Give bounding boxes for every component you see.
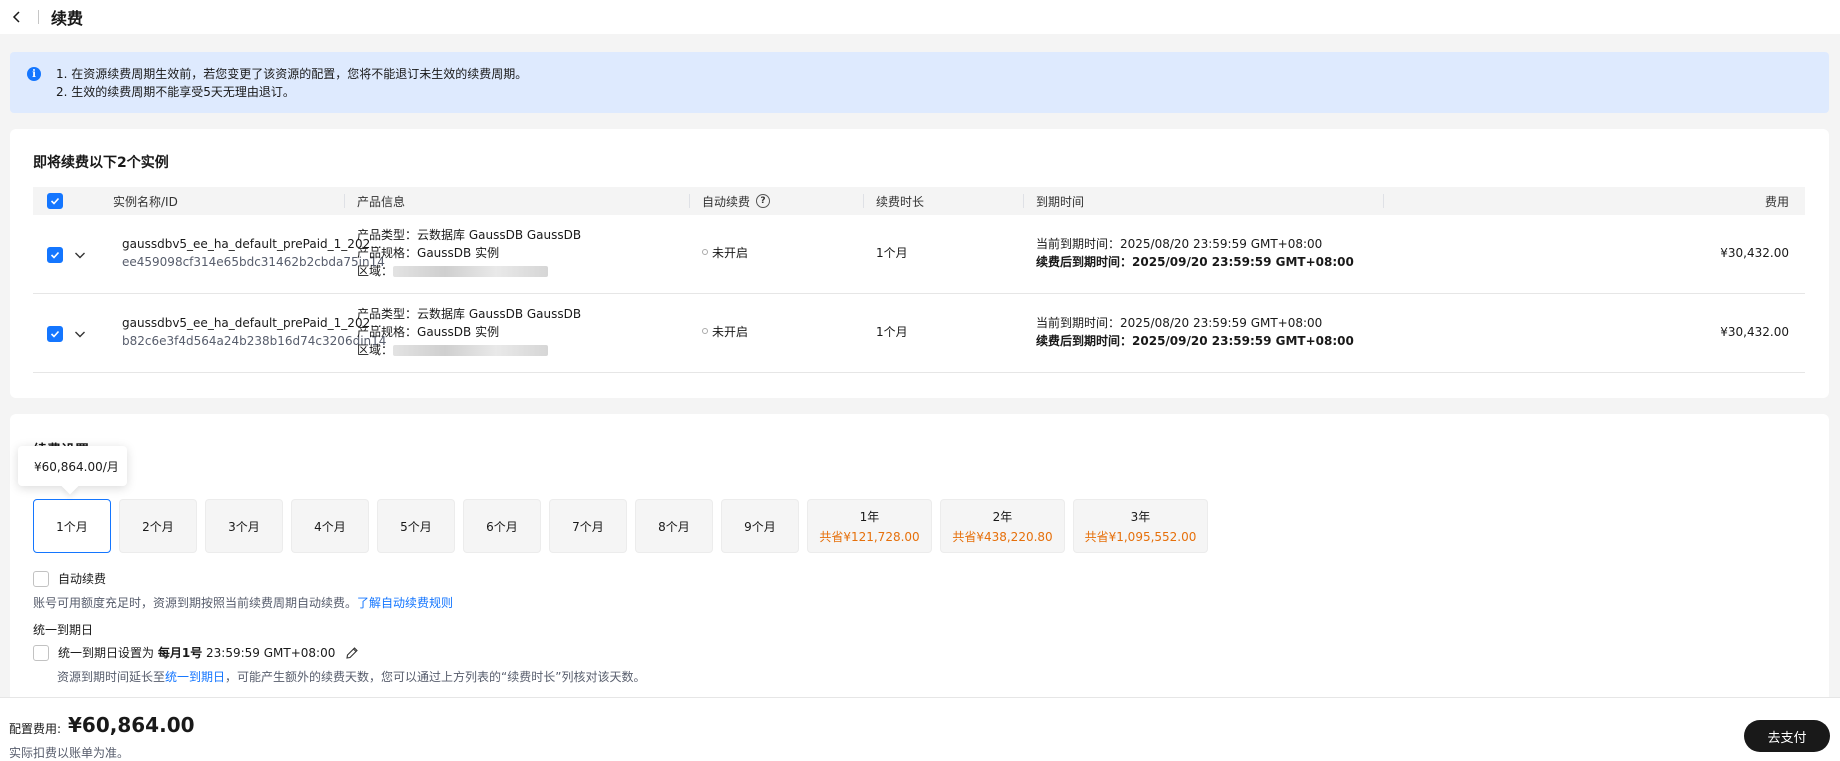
saving-label: 共省¥1,095,552.00 (1084, 529, 1197, 544)
period-option[interactable]: 3个月 (205, 499, 283, 553)
renew-duration: 1个月 (876, 246, 908, 260)
notice-line-2: 2. 生效的续费周期不能享受5天无理由退订。 (56, 85, 295, 99)
period-option[interactable]: 1年 共省¥121,728.00 (807, 499, 932, 553)
pay-button[interactable]: 去支付 (1744, 720, 1830, 752)
period-option[interactable]: 5个月 (377, 499, 455, 553)
period-option[interactable]: 3年 共省¥1,095,552.00 (1073, 499, 1208, 553)
col-name: 实例名称/ID (113, 194, 178, 209)
saving-label: 共省¥438,220.80 (952, 529, 1053, 544)
auto-renew-rules-link[interactable]: 了解自动续费规则 (357, 594, 453, 611)
info-icon: i (27, 67, 41, 81)
new-expiry: 续费后到期时间：2025/09/20 23:59:59 GMT+08:00 (1036, 334, 1354, 348)
region-redacted (393, 345, 549, 356)
fee-label: 配置费用: (9, 722, 62, 736)
auto-renew-status: 未开启 (702, 323, 748, 341)
table-row: gaussdbv5_ee_ha_default_prePaid_1_202...… (33, 215, 1805, 294)
saving-label: 共省¥121,728.00 (819, 529, 920, 544)
period-option[interactable]: 4个月 (291, 499, 369, 553)
col-duration: 续费时长 (876, 194, 925, 209)
region-redacted (393, 266, 549, 277)
product-region: 区域： (357, 341, 549, 359)
back-arrow-icon[interactable] (10, 10, 24, 24)
period-option[interactable]: 1个月 (33, 499, 111, 553)
status-dot-icon (702, 327, 708, 334)
unify-title: 统一到期日 (33, 623, 94, 637)
edit-pencil-icon[interactable] (345, 646, 359, 660)
instances-card: 即将续费以下2个实例 实例名称/ID 产品信息 自动续费 ? 续费时长 到期时间… (10, 129, 1829, 398)
title-divider (38, 10, 39, 24)
col-expiry: 到期时间 (1036, 194, 1085, 209)
top-bar: 续费 (0, 0, 1840, 34)
new-expiry: 续费后到期时间：2025/09/20 23:59:59 GMT+08:00 (1036, 255, 1354, 269)
col-fee: 费用 (1764, 194, 1789, 209)
period-option[interactable]: 2个月 (119, 499, 197, 553)
status-dot-icon (702, 248, 708, 255)
auto-renew-option: 自动续费 (33, 570, 106, 587)
unify-option: 统一到期日设置为 每月1号 23:59:59 GMT+08:00 (33, 644, 359, 661)
help-icon[interactable]: ? (756, 194, 771, 208)
expand-chevron-icon[interactable] (73, 248, 87, 262)
current-expiry: 当前到期时间：2025/08/20 23:59:59 GMT+08:00 (1036, 237, 1323, 251)
price-tooltip: ¥60,864.00/月 (18, 446, 127, 486)
instance-id: b82c6e3f4d564a24b238b16d74c3206din14 (122, 334, 387, 348)
col-product: 产品信息 (357, 194, 406, 209)
period-options: 1个月 2个月 3个月 4个月 5个月 6个月 7个月 8个月 9个月 1年 共省… (33, 499, 1208, 553)
page-title: 续费 (51, 9, 84, 28)
table-row: gaussdbv5_ee_ha_default_prePaid_1_202...… (33, 294, 1805, 373)
product-spec: 产品规格：GaussDB 实例 (357, 325, 500, 339)
auto-renew-desc: 账号可用额度充足时，资源到期按照当前续费周期自动续费。 了解自动续费规则 (33, 594, 454, 611)
period-option[interactable]: 6个月 (463, 499, 541, 553)
period-option[interactable]: 7个月 (549, 499, 627, 553)
product-type: 产品类型：云数据库 GaussDB GaussDB (357, 307, 582, 321)
auto-renew-status: 未开启 (702, 244, 748, 262)
instances-title: 即将续费以下2个实例 (33, 155, 169, 171)
notice-line-1: 1. 在资源续费周期生效前，若您变更了该资源的配置，您将不能退订未生效的续费周期… (56, 67, 528, 81)
notice-banner: i 1. 在资源续费周期生效前，若您变更了该资源的配置，您将不能退订未生效的续费… (10, 52, 1829, 113)
instance-name[interactable]: gaussdbv5_ee_ha_default_prePaid_1_202... (122, 314, 382, 332)
instance-id: ee459098cf314e65bdc31462b2cbda75in14 (122, 255, 385, 269)
unify-desc: 资源到期时间延长至 统一到期日 ，可能产生额外的续费天数，您可以通过上方列表的“续费… (57, 668, 646, 685)
auto-renew-label: 自动续费 (58, 572, 107, 586)
renew-duration: 1个月 (876, 325, 908, 339)
expand-chevron-icon[interactable] (73, 327, 87, 341)
col-auto-renew-label: 自动续费 (702, 194, 751, 209)
product-spec: 产品规格：GaussDB 实例 (357, 246, 500, 260)
row-checkbox[interactable] (47, 326, 63, 342)
footer-bar: 配置费用: ¥60,864.00 实际扣费以账单为准。 去支付 (0, 697, 1840, 761)
auto-renew-checkbox[interactable] (33, 570, 49, 587)
period-option[interactable]: 8个月 (635, 499, 713, 553)
instance-name[interactable]: gaussdbv5_ee_ha_default_prePaid_1_202... (122, 235, 382, 253)
product-region: 区域： (357, 262, 549, 280)
fee-value: ¥60,864.00 (68, 713, 195, 737)
instances-table: 实例名称/ID 产品信息 自动续费 ? 续费时长 到期时间 费用 gaussdb… (33, 187, 1805, 373)
current-expiry: 当前到期时间：2025/08/20 23:59:59 GMT+08:00 (1036, 316, 1323, 330)
unify-link[interactable]: 统一到期日 (165, 668, 225, 685)
row-checkbox[interactable] (47, 247, 63, 263)
period-option[interactable]: 2年 共省¥438,220.80 (940, 499, 1065, 553)
table-header: 实例名称/ID 产品信息 自动续费 ? 续费时长 到期时间 费用 (33, 187, 1805, 215)
fee-note: 实际扣费以账单为准。 (9, 746, 130, 760)
product-type: 产品类型：云数据库 GaussDB GaussDB (357, 228, 582, 242)
row-fee: ¥30,432.00 (1720, 325, 1789, 339)
select-all-checkbox[interactable] (47, 193, 63, 209)
unify-checkbox[interactable] (33, 644, 49, 661)
period-card: 续费设置 1个月 2个月 3个月 4个月 5个月 6个月 7个月 8个月 9个月… (10, 414, 1829, 704)
col-auto-renew: 自动续费 ? (702, 187, 771, 215)
period-option[interactable]: 9个月 (721, 499, 799, 553)
row-fee: ¥30,432.00 (1720, 246, 1789, 260)
